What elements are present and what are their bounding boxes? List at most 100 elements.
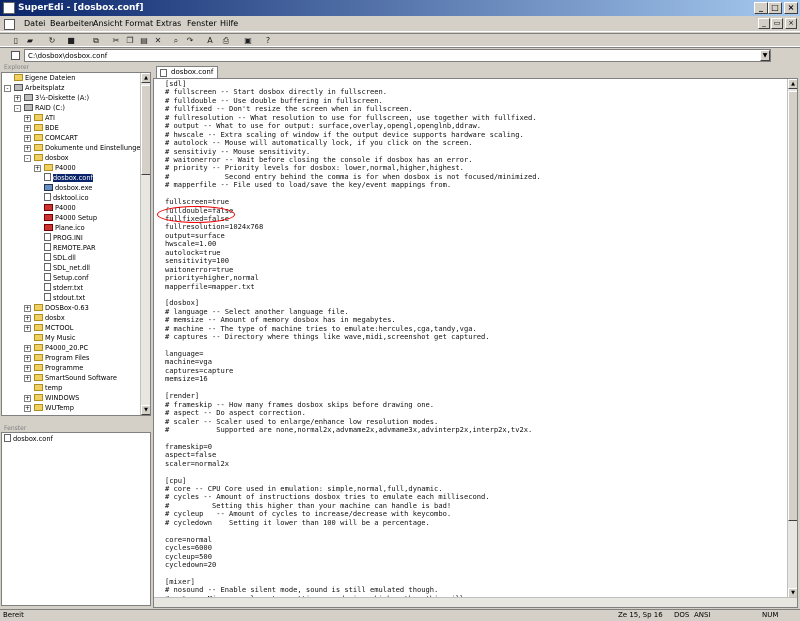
tree-item[interactable]: + dosbx	[24, 313, 65, 323]
reload-icon[interactable]: ↻	[46, 35, 58, 46]
expand-toggle[interactable]: +	[24, 325, 31, 332]
help-icon[interactable]: ?	[262, 35, 274, 46]
copy-icon[interactable]: ❐	[124, 35, 136, 46]
tree-item[interactable]: SDL_net.dll	[44, 263, 90, 273]
expand-toggle[interactable]: +	[24, 405, 31, 412]
expand-toggle[interactable]: +	[24, 115, 31, 122]
close-button[interactable]: ×	[784, 2, 798, 14]
tab-dosbox-conf[interactable]: dosbox.conf	[156, 66, 218, 78]
tree-item[interactable]: +3½-Diskette (A:)	[14, 93, 89, 103]
explorer-tree: Eigene Dateien - Arbeitsplatz +3½-Diskette …	[1, 72, 151, 416]
expand-toggle[interactable]: +	[24, 375, 31, 382]
expand-toggle[interactable]: +	[24, 315, 31, 322]
menu-fenster[interactable]: Fenster	[187, 19, 217, 28]
tree-item[interactable]: + Program Files	[24, 353, 89, 363]
tree-item[interactable]: + WINDOWS	[24, 393, 79, 403]
tree-item[interactable]: dosbox.exe	[44, 183, 92, 193]
tree-item[interactable]: - RAID (C:)	[14, 103, 65, 113]
mdi-restore-button[interactable]: ▭	[771, 18, 783, 29]
tree-item[interactable]: Plane.ico	[44, 223, 85, 233]
tree-item[interactable]: stdout.txt	[44, 293, 85, 303]
paste-icon[interactable]: ▤	[138, 35, 150, 46]
new-file-icon[interactable]: ▯	[10, 35, 22, 46]
expand-toggle[interactable]: +	[24, 365, 31, 372]
tree-item[interactable]: + P4000_20.PC	[24, 343, 88, 353]
tree-item[interactable]: dsktool.ico	[44, 193, 89, 203]
mdi-minimize-button[interactable]: _	[758, 18, 770, 29]
tree-item[interactable]: + COMCART	[24, 133, 78, 143]
scroll-up-arrow[interactable]: ▲	[788, 79, 797, 89]
expand-toggle[interactable]: +	[34, 165, 41, 172]
expand-toggle[interactable]: +	[24, 345, 31, 352]
tree-item[interactable]: Setup.conf	[44, 273, 88, 283]
tree-item[interactable]: temp	[34, 383, 62, 393]
minimize-button[interactable]: _	[754, 2, 768, 14]
tree-item[interactable]: - dosbox	[24, 153, 69, 163]
tree-item[interactable]: + DOSBox-0.63	[24, 303, 89, 313]
tree-item[interactable]: + Programme	[24, 363, 84, 373]
editor-horizontal-scrollbar[interactable]	[154, 597, 797, 607]
tree-item[interactable]: SDL.dll	[44, 253, 76, 263]
save-icon[interactable]: ■	[65, 35, 77, 46]
expand-toggle[interactable]: +	[24, 145, 31, 152]
font-icon[interactable]: A	[204, 35, 216, 46]
collapse-toggle[interactable]: -	[14, 105, 21, 112]
collapse-toggle[interactable]: -	[24, 155, 31, 162]
save-all-icon[interactable]: ⧉	[90, 35, 102, 46]
tree-item[interactable]: + MCTOOL	[24, 323, 73, 333]
document-icon[interactable]	[4, 19, 15, 30]
cursor-position: Ze 15, Sp 16	[618, 611, 663, 619]
code-content[interactable]: [sdl] # fullscreen -- Start dosbox direct…	[165, 79, 541, 607]
menu-datei[interactable]: Datei	[24, 19, 45, 28]
explorer-scrollbar[interactable]: ▲ ▼	[140, 73, 150, 415]
tree-item[interactable]: + WUTemp	[24, 403, 74, 413]
tree-item-label: Programme	[45, 364, 84, 372]
scroll-thumb[interactable]	[788, 91, 797, 521]
expand-toggle[interactable]: +	[14, 95, 21, 102]
open-folder-icon[interactable]: ▰	[24, 35, 36, 46]
tree-item[interactable]: - Arbeitsplatz	[4, 83, 64, 93]
scroll-thumb[interactable]	[141, 85, 150, 175]
tree-item[interactable]: + BDE	[24, 123, 59, 133]
expand-toggle[interactable]: +	[24, 125, 31, 132]
tree-item[interactable]: + SmartSound Software	[24, 373, 117, 383]
expand-toggle[interactable]: +	[24, 305, 31, 312]
tree-item[interactable]: dosbox.conf	[44, 173, 93, 183]
fenster-item[interactable]: dosbox.conf	[4, 434, 53, 444]
fenster-list: dosbox.conf	[1, 432, 151, 606]
file-icon	[44, 263, 51, 271]
tree-item[interactable]: REMOTE.PAR	[44, 243, 96, 253]
tree-item[interactable]: PROG.INI	[44, 233, 83, 243]
scroll-up-arrow[interactable]: ▲	[141, 73, 150, 83]
expand-toggle[interactable]: +	[24, 395, 31, 402]
tree-item[interactable]: + ATI	[24, 113, 55, 123]
find-icon[interactable]: ⌕	[170, 35, 182, 46]
expand-toggle[interactable]: +	[24, 135, 31, 142]
tree-item[interactable]: P4000 Setup	[44, 213, 97, 223]
tree-item[interactable]: + P4000	[34, 163, 76, 173]
menu-ansicht[interactable]: Ansicht	[93, 19, 123, 28]
collapse-toggle[interactable]: -	[4, 85, 11, 92]
text-editor[interactable]: [sdl] # fullscreen -- Start dosbox direct…	[153, 78, 798, 608]
cut-icon[interactable]: ✂	[110, 35, 122, 46]
menu-extras[interactable]: Extras	[156, 19, 181, 28]
menu-format[interactable]: Format	[125, 19, 153, 28]
editor-vertical-scrollbar[interactable]: ▲ ▼	[787, 79, 797, 598]
menu-bearbeiten[interactable]: Bearbeiten	[50, 19, 94, 28]
mdi-close-button[interactable]: ×	[785, 18, 797, 29]
replace-icon[interactable]: ↷	[184, 35, 196, 46]
path-dropdown-arrow[interactable]: ▼	[760, 50, 770, 61]
print-icon[interactable]: ⎙	[220, 35, 232, 46]
menu-hilfe[interactable]: Hilfe	[220, 19, 238, 28]
delete-icon[interactable]: ✕	[152, 35, 164, 46]
tree-item[interactable]: Eigene Dateien	[14, 73, 75, 83]
path-combobox[interactable]: C:\dosbox\dosbox.conf	[24, 49, 771, 62]
tree-item[interactable]: P4000	[44, 203, 76, 213]
expand-toggle[interactable]: +	[24, 355, 31, 362]
scroll-down-arrow[interactable]: ▼	[141, 405, 150, 415]
print-preview-icon[interactable]: ▣	[242, 35, 254, 46]
tree-item[interactable]: My Music	[34, 333, 75, 343]
tree-item[interactable]: + Dokumente und Einstellungen	[24, 143, 145, 153]
tree-item[interactable]: stderr.txt	[44, 283, 83, 293]
maximize-button[interactable]: □	[768, 2, 782, 14]
